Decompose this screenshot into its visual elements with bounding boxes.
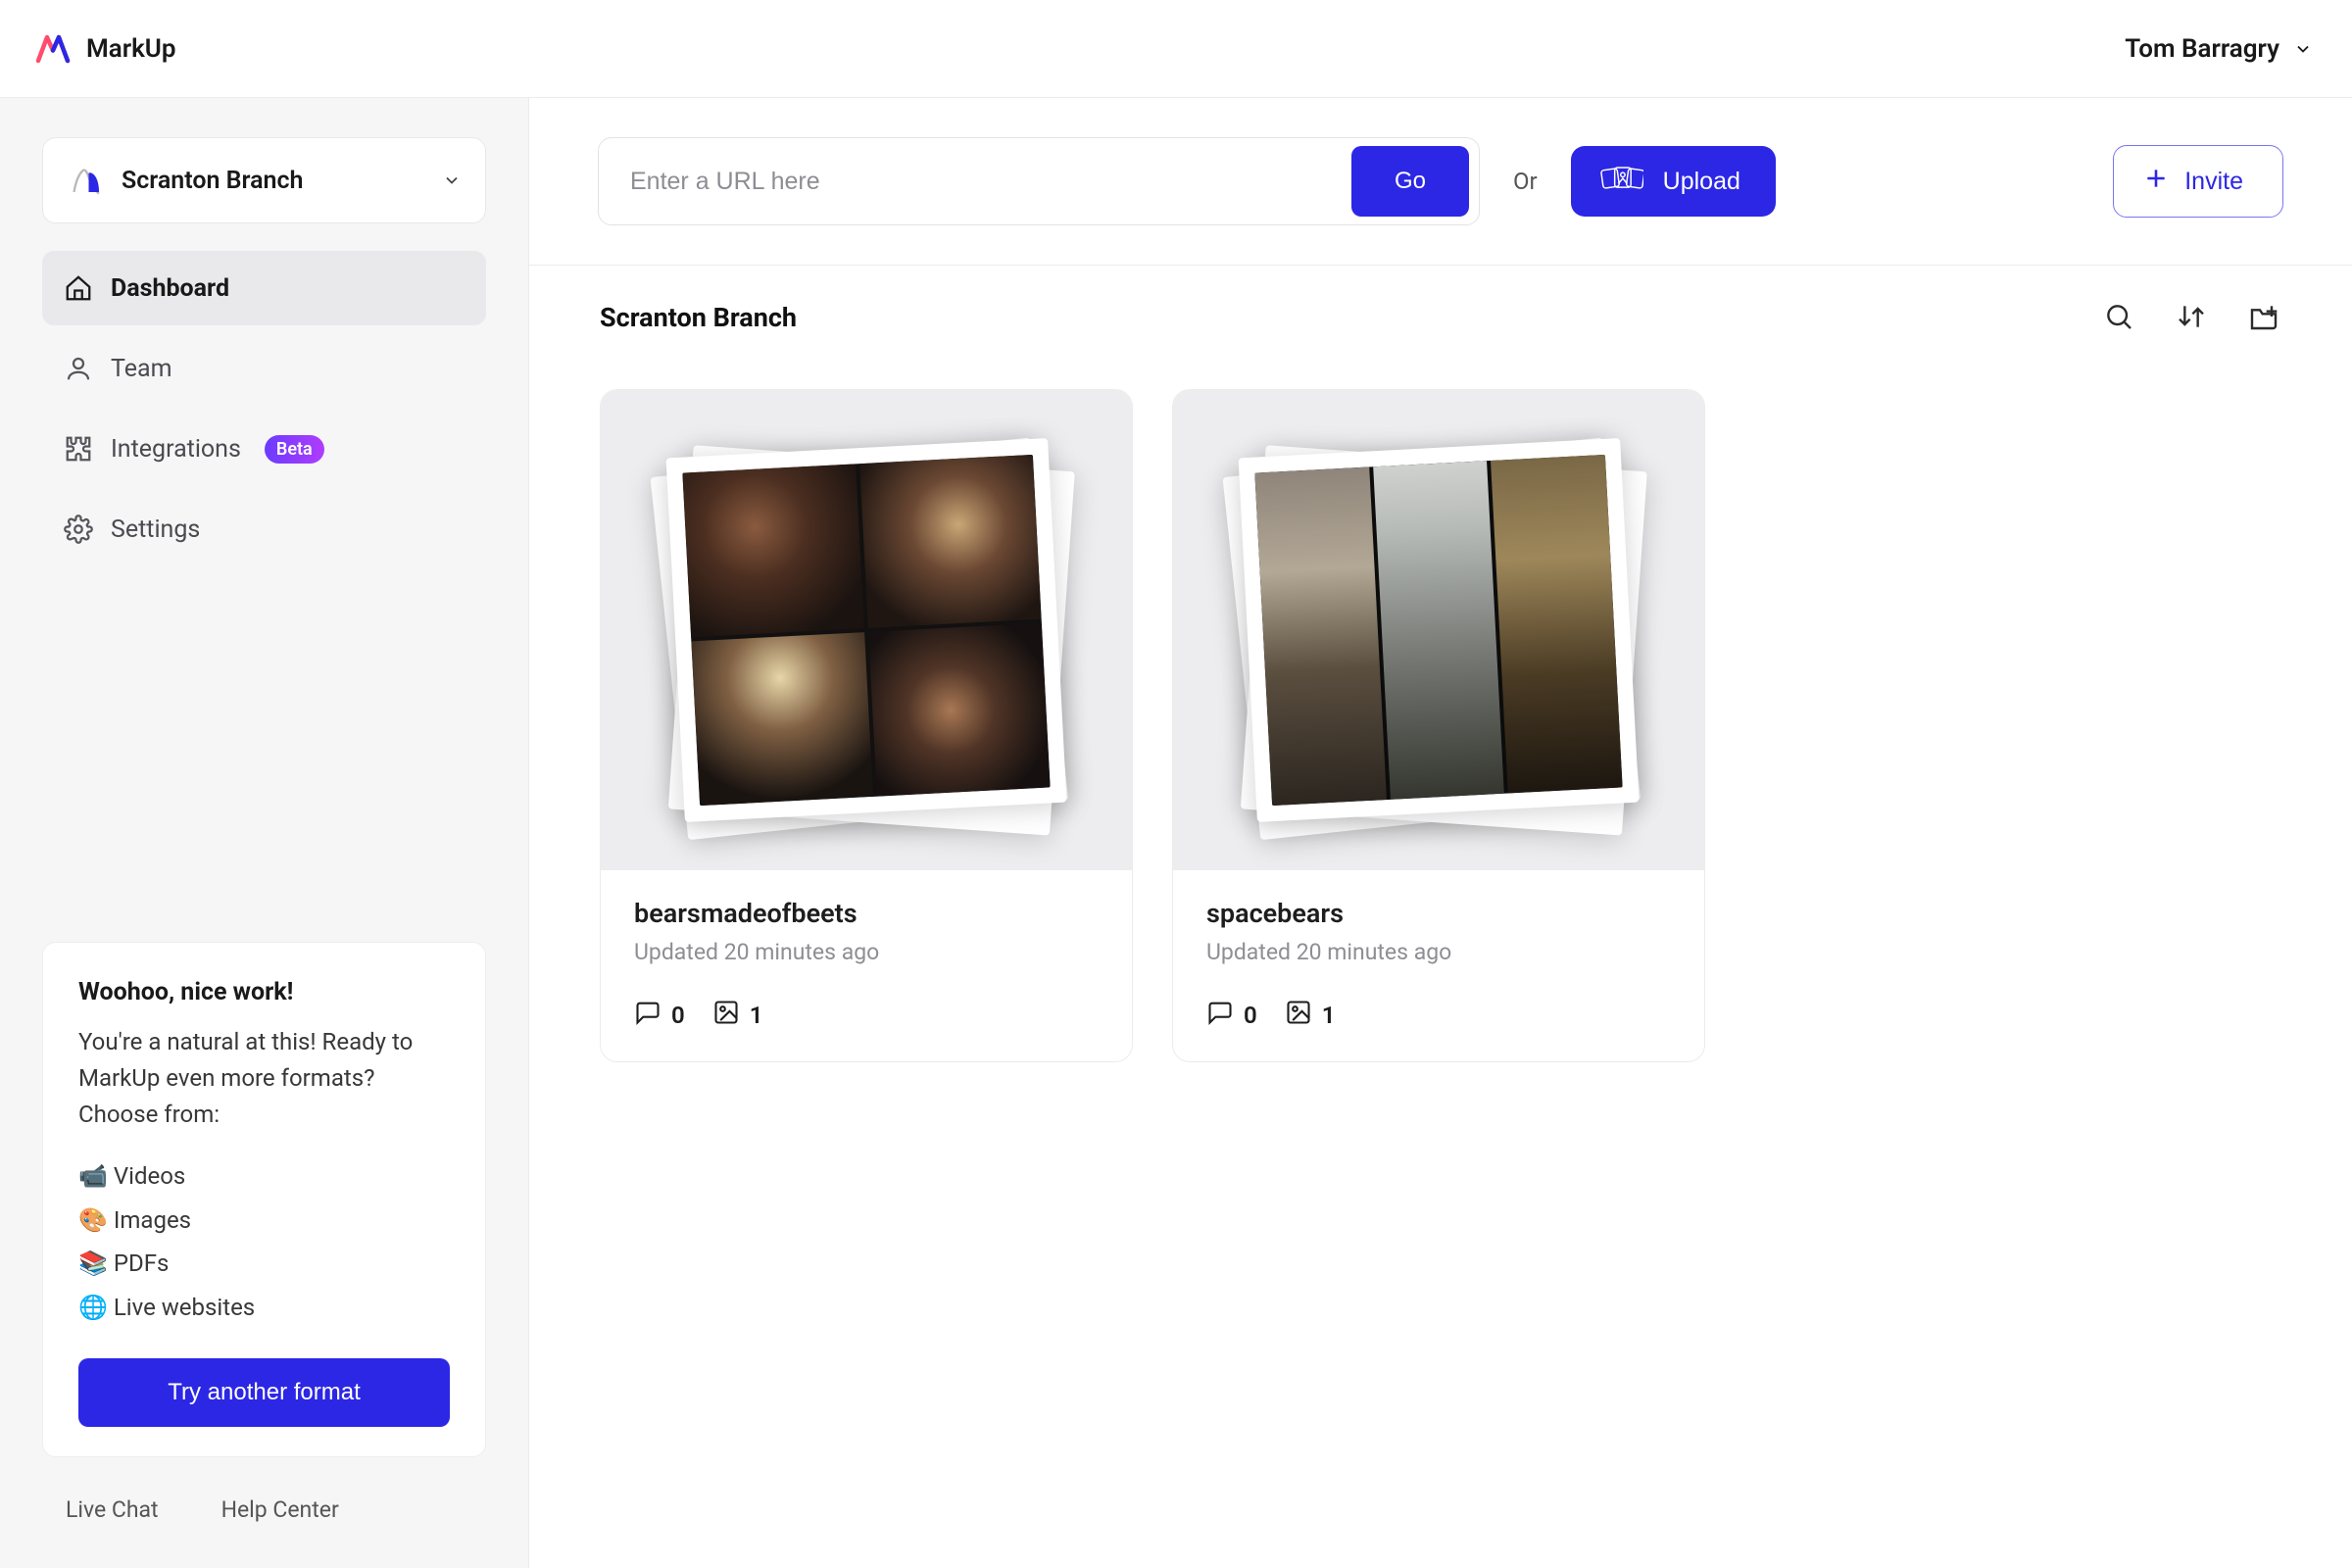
invite-button-label: Invite	[2184, 168, 2243, 196]
upload-icon	[1600, 161, 1643, 203]
sidebar-item-label: Settings	[111, 515, 200, 544]
brand-name: MarkUp	[86, 34, 176, 64]
chevron-down-icon	[442, 171, 462, 190]
sidebar-item-dashboard[interactable]: Dashboard	[42, 251, 486, 325]
workspace-name: Scranton Branch	[122, 167, 428, 195]
hint-list: 📹 Videos 🎨 Images 📚 PDFs 🌐 Live websites	[78, 1154, 450, 1329]
upload-button[interactable]: Upload	[1571, 146, 1776, 217]
images-count: 1	[712, 999, 763, 1032]
project-updated: Updated 20 minutes ago	[1206, 939, 1671, 965]
sidebar-item-label: Dashboard	[111, 274, 229, 303]
hint-title: Woohoo, nice work!	[78, 978, 450, 1006]
hint-list-item: 🌐 Live websites	[78, 1286, 450, 1329]
help-center-link[interactable]: Help Center	[221, 1496, 339, 1523]
url-input[interactable]	[630, 168, 1351, 196]
beta-badge: Beta	[265, 435, 324, 464]
sidebar-footer: Live Chat Help Center	[42, 1457, 486, 1568]
comments-count-value: 0	[671, 1002, 685, 1029]
chevron-down-icon	[2293, 39, 2313, 59]
sidebar-nav: Dashboard Team Integrations Beta Settin	[42, 251, 486, 572]
sidebar-item-integrations[interactable]: Integrations Beta	[42, 412, 486, 486]
go-button[interactable]: Go	[1351, 146, 1469, 217]
hint-list-item: 🎨 Images	[78, 1199, 450, 1242]
image-icon	[1285, 999, 1312, 1032]
hint-list-item: 📹 Videos	[78, 1154, 450, 1198]
sidebar: Scranton Branch Dashboard Team	[0, 98, 529, 1568]
hint-body: You're a natural at this! Ready to MarkU…	[78, 1024, 450, 1134]
or-label: Or	[1513, 168, 1538, 195]
sort-icon[interactable]	[2176, 301, 2209, 334]
sidebar-item-settings[interactable]: Settings	[42, 492, 486, 566]
project-title: spacebears	[1206, 898, 1671, 929]
workspace-avatar-icon	[67, 160, 108, 201]
images-count: 1	[1285, 999, 1336, 1032]
project-thumbnail	[1173, 390, 1704, 870]
topbar: MarkUp Tom Barragry	[0, 0, 2352, 98]
comment-icon	[634, 999, 662, 1032]
onboarding-hint-card: Woohoo, nice work! You're a natural at t…	[42, 942, 486, 1457]
comment-icon	[1206, 999, 1234, 1032]
live-chat-link[interactable]: Live Chat	[66, 1496, 159, 1523]
workspace-header: Scranton Branch	[529, 266, 2352, 334]
main: Go Or Upload	[529, 98, 2352, 1568]
image-icon	[712, 999, 740, 1032]
brand-block[interactable]: MarkUp	[35, 31, 176, 67]
person-icon	[64, 354, 93, 383]
sidebar-item-label: Team	[111, 355, 172, 383]
user-name: Tom Barragry	[2125, 34, 2279, 64]
images-count-value: 1	[1322, 1002, 1336, 1029]
hint-list-item: 📚 PDFs	[78, 1242, 450, 1285]
user-menu[interactable]: Tom Barragry	[2125, 34, 2313, 64]
project-cards: bearsmadeofbeets Updated 20 minutes ago …	[529, 334, 2352, 1117]
plus-icon	[2143, 166, 2169, 198]
puzzle-icon	[64, 434, 93, 464]
comments-count-value: 0	[1244, 1002, 1257, 1029]
comments-count: 0	[1206, 999, 1257, 1032]
workspace-picker[interactable]: Scranton Branch	[42, 137, 486, 223]
new-folder-icon[interactable]	[2248, 301, 2281, 334]
project-card[interactable]: spacebears Updated 20 minutes ago 0	[1172, 389, 1705, 1062]
project-updated: Updated 20 minutes ago	[634, 939, 1099, 965]
sidebar-item-team[interactable]: Team	[42, 331, 486, 406]
images-count-value: 1	[750, 1002, 763, 1029]
project-card[interactable]: bearsmadeofbeets Updated 20 minutes ago …	[600, 389, 1133, 1062]
page-title: Scranton Branch	[600, 302, 2103, 333]
url-input-wrap: Go	[598, 137, 1480, 225]
home-icon	[64, 273, 93, 303]
project-title: bearsmadeofbeets	[634, 898, 1099, 929]
project-thumbnail	[601, 390, 1132, 870]
action-bar: Go Or Upload	[529, 98, 2352, 266]
sidebar-item-label: Integrations	[111, 435, 241, 464]
comments-count: 0	[634, 999, 685, 1032]
workspace-header-actions	[2103, 301, 2281, 334]
invite-button[interactable]: Invite	[2113, 145, 2283, 218]
brand-logo-icon	[35, 31, 71, 67]
search-icon[interactable]	[2103, 301, 2136, 334]
gear-icon	[64, 514, 93, 544]
upload-button-label: Upload	[1663, 168, 1740, 196]
try-another-format-button[interactable]: Try another format	[78, 1358, 450, 1427]
